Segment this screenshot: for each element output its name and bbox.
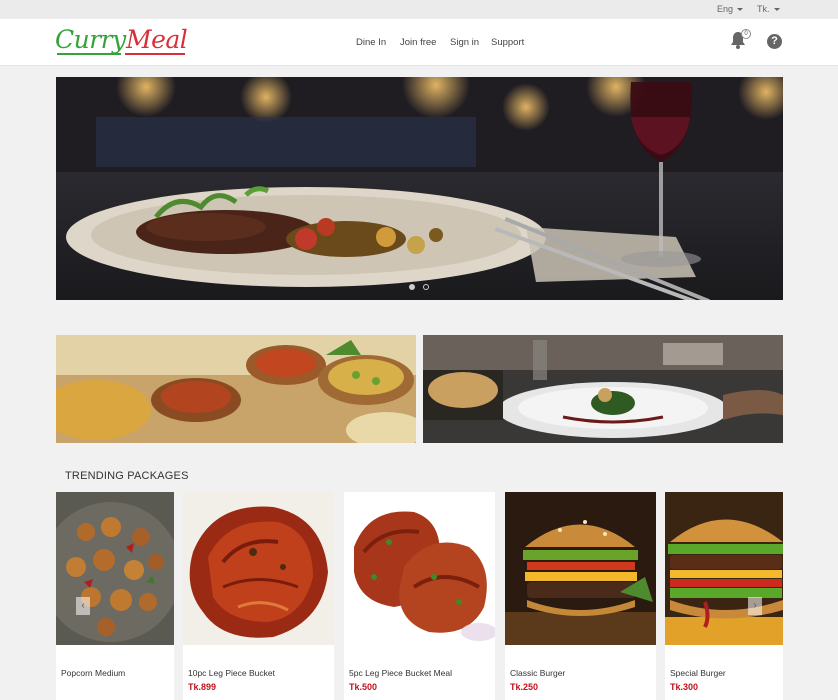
product-card-classic-burger[interactable]: Classic Burger Tk.250 (505, 492, 656, 700)
product-image-10pc-bucket (183, 492, 334, 645)
hero-carousel-image[interactable] (56, 77, 783, 300)
product-name: Special Burger (670, 668, 726, 678)
product-image-special-burger (665, 492, 783, 645)
language-selector[interactable]: Eng (717, 4, 744, 14)
logo-underline-red (125, 53, 185, 55)
chevron-left-icon: ‹ (81, 600, 85, 611)
caret-down-icon (737, 8, 744, 12)
curry-meal-logo[interactable]: Curry Meal (55, 25, 188, 57)
product-name: 5pc Leg Piece Bucket Meal (349, 668, 453, 678)
product-price: Tk.300 (670, 682, 699, 692)
product-name: Classic Burger (510, 668, 566, 678)
carousel-dot-1[interactable] (409, 284, 415, 290)
help-button[interactable]: ? (767, 34, 782, 49)
special-burger-photo (665, 492, 783, 645)
logo-text-curry: Curry (55, 25, 126, 54)
carousel-prev-button[interactable]: ‹ (76, 597, 90, 615)
spicy-chicken-legs-photo (344, 492, 495, 645)
currency-value: Tk. (757, 4, 770, 14)
promo-banner-restaurant-plate[interactable] (423, 335, 783, 443)
product-card-10pc-leg-piece-bucket[interactable]: 10pc Leg Piece Bucket Tk.899 (183, 492, 334, 700)
indian-curry-dishes-photo (56, 335, 416, 443)
language-value: Eng (717, 4, 734, 14)
product-name: Popcorn Medium (61, 668, 126, 678)
currency-selector[interactable]: Tk. (757, 4, 780, 14)
nav-join-free[interactable]: Join free (400, 37, 436, 48)
notifications-button[interactable]: 0 (730, 29, 751, 51)
tandoori-chicken-photo (183, 492, 334, 645)
promo-banner-indian-dishes[interactable] (56, 335, 416, 443)
product-price: Tk.899 (188, 682, 217, 692)
classic-burger-photo (505, 492, 656, 645)
nav-dine-in[interactable]: Dine In (356, 37, 386, 48)
nav-sign-in[interactable]: Sign in (450, 37, 479, 48)
top-utility-bar: Eng Tk. (0, 0, 838, 19)
nav-support[interactable]: Support (491, 37, 524, 48)
product-price: Tk.500 (349, 682, 378, 692)
product-image-popcorn (56, 492, 174, 645)
section-title-trending: TRENDING PACKAGES (65, 470, 189, 482)
question-circle-icon: ? (771, 35, 778, 47)
restaurant-plate-photo (423, 335, 783, 443)
product-card-special-burger[interactable]: Special Burger Tk.300 (665, 492, 783, 700)
product-image-5pc-bucket (344, 492, 495, 645)
product-card-popcorn-medium[interactable]: Popcorn Medium (56, 492, 174, 700)
product-price: Tk.250 (510, 682, 539, 692)
product-name: 10pc Leg Piece Bucket (188, 668, 275, 678)
site-header: Curry Meal Dine In Join free Sign in Sup… (0, 19, 838, 66)
product-image-classic-burger (505, 492, 656, 645)
hero-dinner-plate-photo (56, 77, 783, 300)
carousel-next-button[interactable]: › (748, 597, 762, 615)
product-card-5pc-leg-piece-bucket-meal[interactable]: 5pc Leg Piece Bucket Meal Tk.500 (344, 492, 495, 700)
chevron-right-icon: › (753, 600, 757, 611)
caret-down-icon (773, 8, 780, 12)
logo-text-meal: Meal (126, 25, 188, 54)
notification-count-badge: 0 (741, 29, 751, 39)
popcorn-chicken-photo (56, 492, 174, 645)
logo-underline-green (57, 53, 121, 55)
carousel-dot-2[interactable] (423, 284, 429, 290)
